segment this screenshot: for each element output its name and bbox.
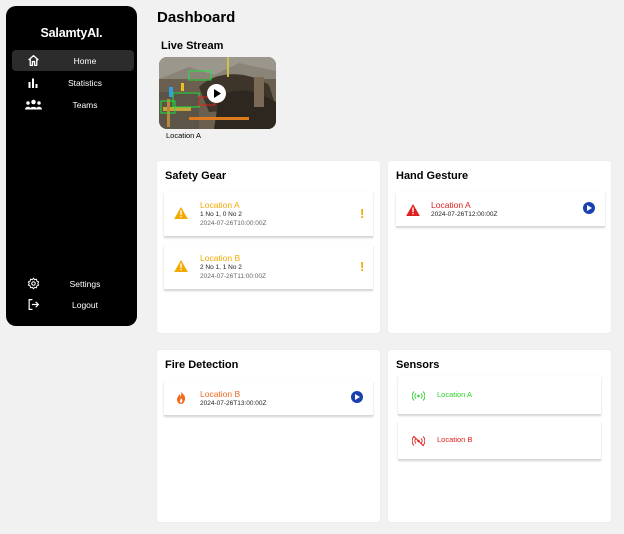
sensors-title: Sensors (396, 359, 440, 371)
item-timestamp: 2024-07-26T11:00:00Z (200, 273, 267, 280)
item-detail: 1 No 1, 0 No 2 (200, 211, 242, 218)
item-location: Location A (431, 200, 471, 210)
nav-label-settings: Settings (69, 278, 101, 289)
safety-gear-title: Safety Gear (165, 170, 227, 182)
nav-label-teams: Teams (72, 99, 98, 110)
play-icon[interactable] (207, 84, 226, 103)
nav-label-statistics: Statistics (67, 77, 102, 88)
nav-item-settings[interactable]: Settings (12, 273, 134, 294)
sensor-item[interactable]: Location B (398, 421, 601, 460)
list-item[interactable]: Location A 1 No 1, 0 No 2 2024-07-26T10:… (164, 192, 373, 237)
nav-item-teams[interactable]: Teams (12, 94, 134, 115)
warning-icon (174, 259, 188, 277)
brand-logo: SalamtyAI. (40, 26, 103, 40)
sensor-item[interactable]: Location A (398, 376, 601, 415)
item-timestamp: 2024-07-26T13:00:00Z (200, 400, 267, 407)
safety-gear-card: Safety Gear Location A 1 No 1, 0 No 2 20… (157, 161, 380, 333)
nav-label-home: Home (73, 55, 97, 66)
item-location: Location B (200, 389, 241, 399)
nav-item-logout[interactable]: Logout (12, 294, 134, 315)
item-detail: 2 No 1, 1 No 2 (200, 264, 242, 271)
list-item[interactable]: Location B 2024-07-26T13:00:00Z (164, 381, 373, 416)
sidebar: SalamtyAI. Home Statistics Teams Setting… (6, 6, 137, 326)
item-location: Location A (200, 200, 240, 210)
page-title: Dashboard (157, 9, 236, 26)
alert-triangle-icon (406, 203, 420, 221)
list-item[interactable]: Location A 2024-07-26T12:00:00Z (396, 192, 605, 227)
warning-icon (174, 206, 188, 224)
nav-item-home[interactable]: Home (12, 50, 134, 71)
fire-detection-title: Fire Detection (165, 359, 239, 371)
exclamation-icon: ! (360, 206, 365, 221)
list-item[interactable]: Location B 2 No 1, 1 No 2 2024-07-26T11:… (164, 245, 373, 290)
live-stream-thumbnail[interactable] (159, 57, 276, 129)
play-icon[interactable] (583, 202, 595, 214)
hand-gesture-card: Hand Gesture Location A 2024-07-26T12:00… (388, 161, 611, 333)
fire-icon (176, 391, 186, 409)
nav-item-statistics[interactable]: Statistics (12, 72, 134, 93)
item-location: Location B (200, 253, 241, 263)
live-stream-caption: Location A (166, 131, 202, 140)
sensor-location: Location B (437, 435, 473, 444)
play-icon[interactable] (351, 391, 363, 403)
sensor-online-icon (411, 389, 426, 407)
sensors-card: Sensors Location A Location B (388, 350, 611, 522)
nav-label-logout: Logout (72, 299, 98, 310)
live-stream-title: Live Stream (161, 40, 224, 52)
sensor-offline-icon (411, 434, 426, 452)
item-timestamp: 2024-07-26T10:00:00Z (200, 220, 267, 227)
sensor-location: Location A (437, 390, 473, 399)
item-timestamp: 2024-07-26T12:00:00Z (431, 211, 498, 218)
hand-gesture-title: Hand Gesture (396, 170, 469, 182)
fire-detection-card: Fire Detection Location B 2024-07-26T13:… (157, 350, 380, 522)
exclamation-icon: ! (360, 259, 365, 274)
